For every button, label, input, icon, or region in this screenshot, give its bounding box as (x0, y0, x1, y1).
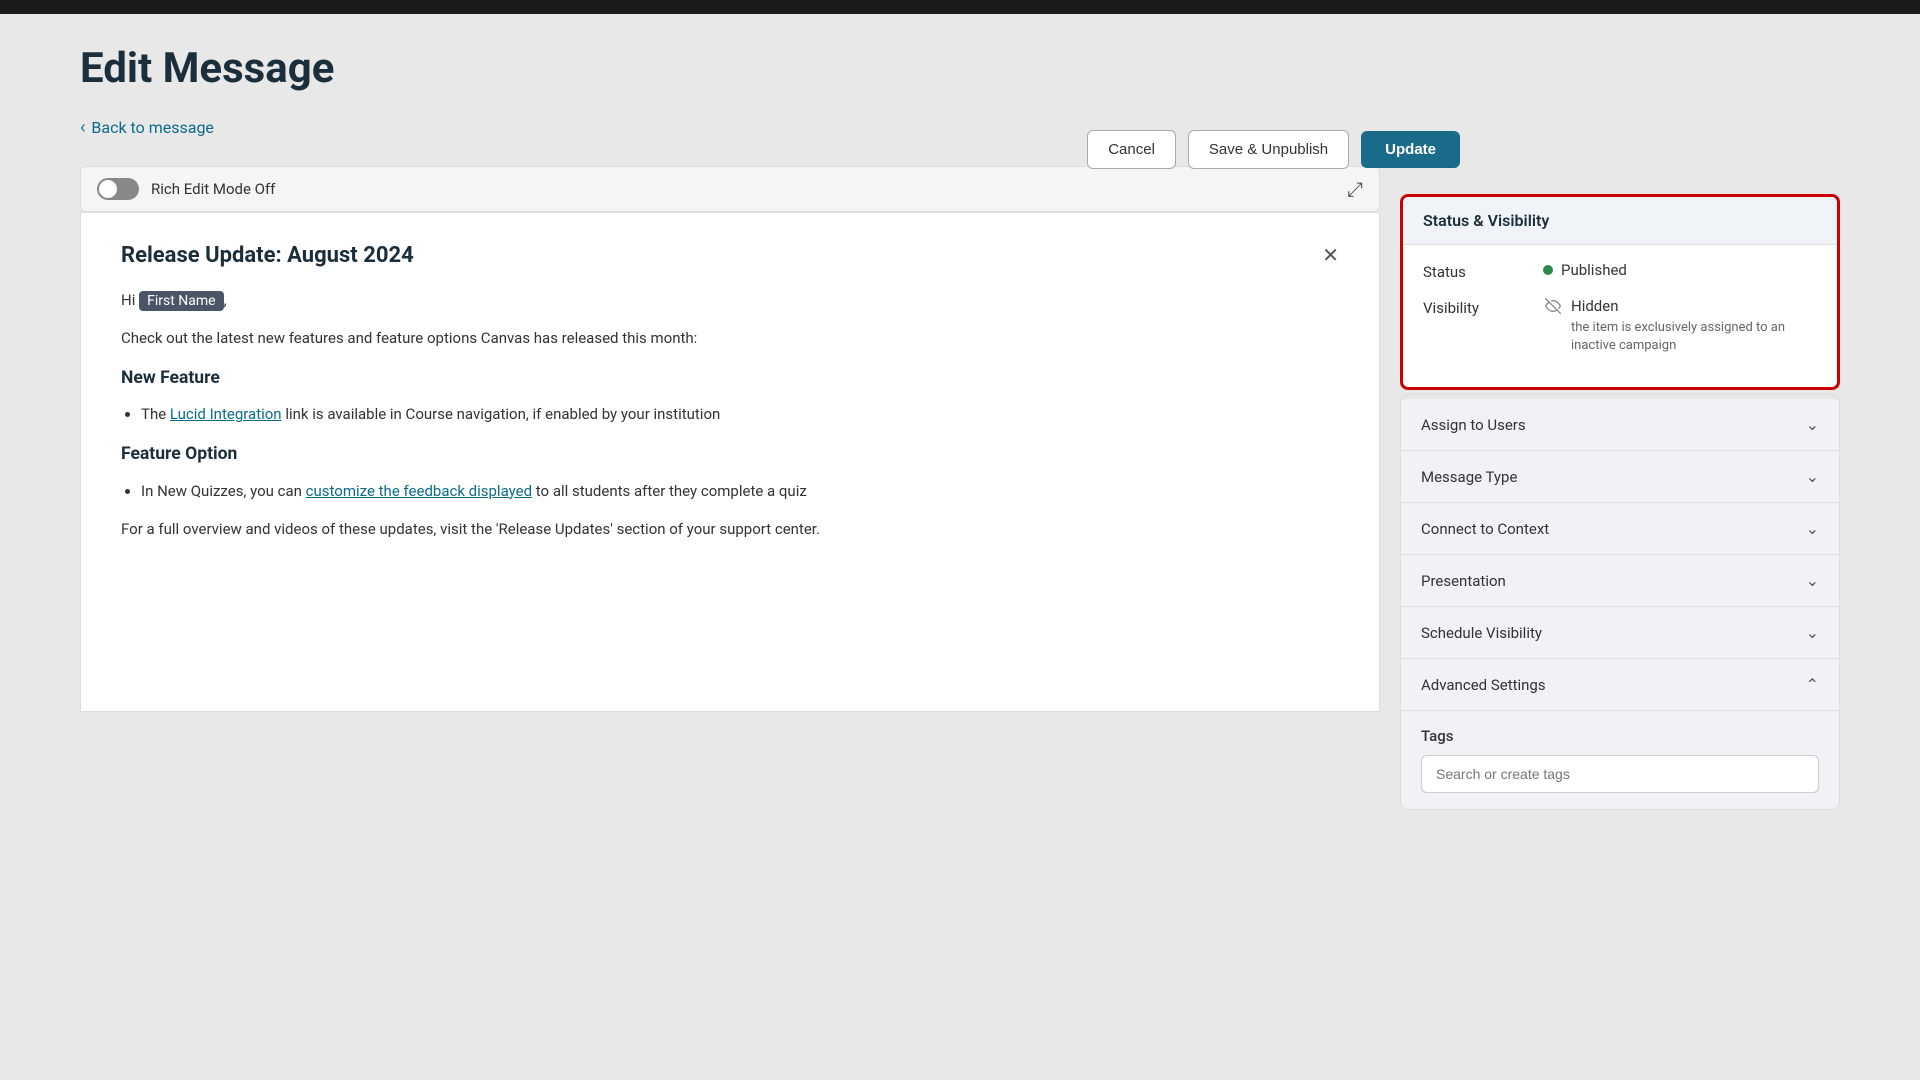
assign-to-users-label: Assign to Users (1421, 416, 1526, 434)
visibility-value: Hidden the item is exclusively assigned … (1543, 297, 1817, 355)
section1-heading: New Feature (121, 364, 1339, 392)
tags-label: Tags (1421, 727, 1819, 745)
right-sidebar: Status & Visibility Status Published Vis… (1400, 14, 1840, 810)
message-greeting-line: Hi First Name, (121, 288, 1339, 312)
tags-section: Tags (1401, 711, 1839, 809)
edit-mode-left: Rich Edit Mode Off (97, 178, 275, 200)
section1-list: The Lucid Integration link is available … (141, 402, 1339, 426)
message-body: Hi First Name, Check out the latest new … (121, 288, 1339, 541)
accordion-schedule-visibility-header[interactable]: Schedule Visibility ⌄ (1401, 607, 1839, 658)
section2-heading: Feature Option (121, 440, 1339, 468)
expand-icon[interactable]: ⤢ (1347, 177, 1363, 201)
accordion-assign-to-users: Assign to Users ⌄ (1401, 399, 1839, 451)
visibility-row: Visibility Hidden the item is exclusivel… (1423, 297, 1817, 355)
accordion-advanced-settings: Advanced Settings ⌃ (1401, 659, 1839, 711)
message-footer: For a full overview and videos of these … (121, 517, 1339, 541)
feedback-link[interactable]: customize the feedback displayed (306, 482, 532, 500)
advanced-settings-label: Advanced Settings (1421, 676, 1546, 694)
section2-item: In New Quizzes, you can customize the fe… (141, 479, 1339, 503)
first-name-tag: First Name (139, 291, 223, 311)
chevron-down-icon: ⌄ (1806, 415, 1819, 434)
rich-edit-label: Rich Edit Mode Off (151, 180, 275, 198)
section2-list: In New Quizzes, you can customize the fe… (141, 479, 1339, 503)
accordion-presentation: Presentation ⌄ (1401, 555, 1839, 607)
eye-slash-icon (1543, 298, 1563, 319)
status-published: Published (1543, 261, 1817, 279)
accordion-wrapper: Assign to Users ⌄ Message Type ⌄ Connect… (1400, 394, 1840, 810)
green-dot-icon (1543, 265, 1553, 275)
cancel-button[interactable]: Cancel (1087, 130, 1176, 169)
status-value: Published (1543, 261, 1817, 279)
lucid-integration-link[interactable]: Lucid Integration (170, 405, 282, 423)
accordion-assign-to-users-header[interactable]: Assign to Users ⌄ (1401, 399, 1839, 450)
accordion-message-type-header[interactable]: Message Type ⌄ (1401, 451, 1839, 502)
message-preview: Release Update: August 2024 ✕ Hi First N… (80, 212, 1380, 712)
rich-edit-toggle[interactable] (97, 178, 139, 200)
chevron-down-icon: ⌄ (1806, 623, 1819, 642)
chevron-up-icon: ⌃ (1806, 675, 1819, 694)
save-unpublish-button[interactable]: Save & Unpublish (1188, 130, 1349, 169)
top-bar (0, 0, 1920, 14)
update-button[interactable]: Update (1361, 131, 1460, 168)
accordion-message-type: Message Type ⌄ (1401, 451, 1839, 503)
connect-to-context-label: Connect to Context (1421, 520, 1549, 538)
visibility-subtext: the item is exclusively assigned to an i… (1571, 319, 1817, 355)
message-type-label: Message Type (1421, 468, 1517, 486)
visibility-text: Hidden (1571, 297, 1817, 315)
back-link-label: Back to message (91, 118, 214, 137)
chevron-left-icon: ‹ (80, 117, 85, 138)
section1-item: The Lucid Integration link is available … (141, 402, 1339, 426)
accordion-connect-to-context: Connect to Context ⌄ (1401, 503, 1839, 555)
header-actions: Cancel Save & Unpublish Update (1087, 130, 1460, 169)
tags-input[interactable] (1421, 755, 1819, 793)
message-header: Release Update: August 2024 ✕ (121, 243, 1339, 268)
edit-mode-bar: Rich Edit Mode Off ⤢ (80, 166, 1380, 212)
status-row: Status Published (1423, 261, 1817, 281)
schedule-visibility-label: Schedule Visibility (1421, 624, 1542, 642)
chevron-down-icon: ⌄ (1806, 571, 1819, 590)
close-message-button[interactable]: ✕ (1322, 243, 1339, 268)
page-wrapper: Edit Message ‹ Back to message Rich Edit… (0, 0, 1920, 1080)
visibility-label: Visibility (1423, 297, 1543, 317)
status-visibility-panel: Status & Visibility Status Published Vis… (1400, 194, 1840, 390)
sv-body: Status Published Visibility (1403, 245, 1837, 387)
sv-panel-title: Status & Visibility (1403, 197, 1837, 245)
message-intro: Check out the latest new features and fe… (121, 326, 1339, 350)
accordion-advanced-settings-header[interactable]: Advanced Settings ⌃ (1401, 659, 1839, 710)
main-content: Edit Message ‹ Back to message Rich Edit… (0, 14, 1920, 810)
message-title: Release Update: August 2024 (121, 243, 414, 268)
chevron-down-icon: ⌄ (1806, 519, 1819, 538)
visibility-hidden-block: Hidden the item is exclusively assigned … (1543, 297, 1817, 355)
accordion-schedule-visibility: Schedule Visibility ⌄ (1401, 607, 1839, 659)
accordion-presentation-header[interactable]: Presentation ⌄ (1401, 555, 1839, 606)
chevron-down-icon: ⌄ (1806, 467, 1819, 486)
presentation-label: Presentation (1421, 572, 1506, 590)
accordion-connect-to-context-header[interactable]: Connect to Context ⌄ (1401, 503, 1839, 554)
status-text: Published (1561, 261, 1627, 279)
page-title: Edit Message (80, 44, 1380, 93)
status-label: Status (1423, 261, 1543, 281)
visibility-text-block: Hidden the item is exclusively assigned … (1571, 297, 1817, 355)
